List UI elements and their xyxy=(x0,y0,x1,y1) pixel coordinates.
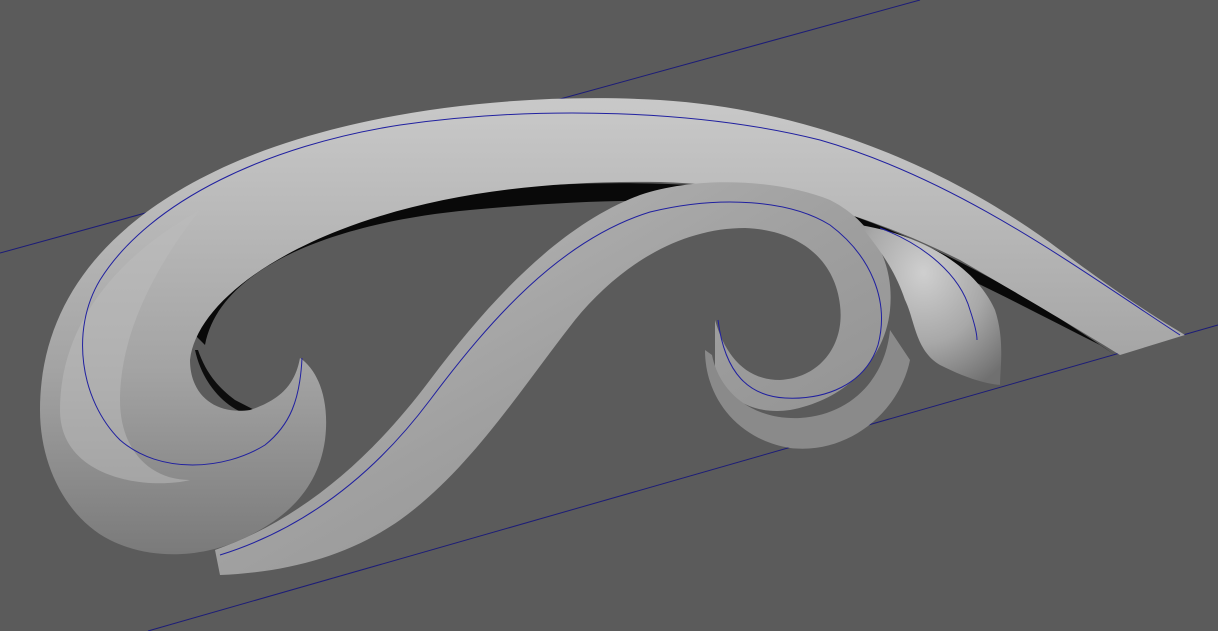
3d-viewport[interactable] xyxy=(0,0,1218,631)
viewport-scene[interactable] xyxy=(0,0,1218,631)
scroll-main-arc[interactable] xyxy=(40,98,1185,555)
